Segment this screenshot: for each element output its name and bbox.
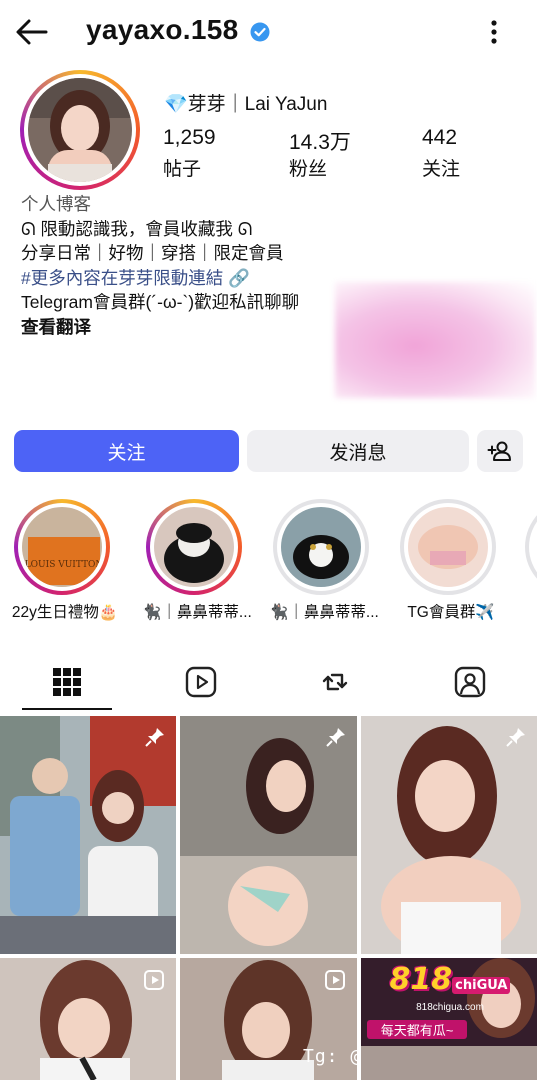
tab-tagged[interactable] xyxy=(403,655,537,709)
ad-site: 818chigua.com xyxy=(416,1002,484,1013)
ad-tagline: 每天都有瓜~ xyxy=(367,1020,467,1039)
pin-icon xyxy=(326,728,345,747)
stat-followers[interactable]: 14.3万 粉丝 xyxy=(289,126,351,181)
display-name: 💎芽芽｜Lai YaJun xyxy=(164,94,328,115)
highlight-label: TG會員群✈️ xyxy=(407,604,495,621)
grid-icon xyxy=(53,668,81,696)
watermark-text: Tg: @ xyxy=(303,1046,363,1067)
story-highlight[interactable]: 🐈‍⬛｜鼻鼻蒂蒂... xyxy=(269,499,379,621)
reel-icon xyxy=(144,970,164,990)
highlight-label: 🐈‍⬛｜鼻鼻蒂蒂... xyxy=(142,604,252,621)
bio-line: 分享日常｜好物｜穿搭｜限定會員 xyxy=(21,243,284,263)
story-highlight[interactable] xyxy=(525,499,537,595)
follow-button[interactable]: 关注 xyxy=(14,430,239,472)
message-button[interactable]: 发消息 xyxy=(247,430,469,472)
bio-line: ᘏ 限動認識我，會員收藏我 ᘏ xyxy=(21,218,253,239)
stat-label: 粉丝 xyxy=(289,159,328,180)
tab-reels[interactable] xyxy=(134,655,268,709)
post-thumbnail[interactable] xyxy=(0,716,176,954)
see-translation-link[interactable]: 查看翻译 xyxy=(21,315,341,340)
highlight-cover xyxy=(408,507,488,587)
tab-reposts[interactable] xyxy=(268,655,402,709)
bio: 个人博客 ᘏ 限動認識我，會員收藏我 ᘏ 分享日常｜好物｜穿搭｜限定會員 #更多… xyxy=(21,192,341,339)
stat-value: 14.3万 xyxy=(289,131,351,154)
ad-logo: 818 chiGUA xyxy=(361,962,537,997)
post-thumbnail[interactable] xyxy=(361,716,537,954)
stat-posts[interactable]: 1,259 帖子 xyxy=(163,126,216,181)
stat-value: 1,259 xyxy=(163,126,216,149)
story-highlight[interactable]: 🐈‍⬛｜鼻鼻蒂蒂... xyxy=(142,499,252,621)
reels-icon xyxy=(185,666,217,698)
bio-hashtag-link[interactable]: #更多內容在芽芽限動連結 🔗 xyxy=(21,266,341,291)
stat-following[interactable]: 442 关注 xyxy=(422,126,460,181)
reel-icon xyxy=(325,970,345,990)
reposts-icon xyxy=(322,673,348,691)
bio-category: 个人博客 xyxy=(21,194,91,214)
avatar xyxy=(28,78,132,182)
top-bar: yayaxo.158 xyxy=(0,0,537,66)
stat-value: 442 xyxy=(422,126,458,149)
tab-posts[interactable] xyxy=(0,655,134,709)
profile-tabs xyxy=(0,655,537,711)
active-tab-indicator xyxy=(22,708,112,710)
pin-icon xyxy=(506,728,525,747)
stat-label: 帖子 xyxy=(163,159,202,180)
stat-label: 关注 xyxy=(422,159,461,180)
post-thumbnail[interactable] xyxy=(180,716,357,954)
story-highlight[interactable]: TG會員群✈️ xyxy=(400,499,496,621)
highlight-cover: LOUIS VUITTON xyxy=(22,507,102,587)
bio-line: Telegram會員群(´-ω-`)歡迎私訊聊聊 xyxy=(21,292,300,312)
highlight-cover xyxy=(154,507,234,587)
suggested-users-button[interactable] xyxy=(477,430,523,472)
username: yayaxo.158 xyxy=(86,14,239,45)
ad-banner[interactable]: 818 chiGUA 818chigua.com 每天都有瓜~ xyxy=(361,958,537,1080)
add-user-icon xyxy=(487,441,511,461)
profile-avatar-ring[interactable] xyxy=(20,70,140,190)
more-vertical-icon[interactable] xyxy=(482,18,506,46)
highlight-cover xyxy=(281,507,361,587)
highlight-label: 🐈‍⬛｜鼻鼻蒂蒂... xyxy=(269,604,379,621)
pin-icon xyxy=(145,728,164,747)
highlight-label: 22y生日禮物🎂 xyxy=(11,604,119,621)
svg-text:LOUIS VUITTON: LOUIS VUITTON xyxy=(25,560,102,570)
blurred-overlay xyxy=(335,282,535,398)
arrow-left-icon[interactable] xyxy=(14,16,50,48)
tagged-icon xyxy=(454,666,486,698)
post-thumbnail[interactable] xyxy=(0,958,176,1080)
story-highlight[interactable]: LOUIS VUITTON 22y生日禮物🎂 xyxy=(12,499,118,621)
verified-badge-icon xyxy=(250,22,270,42)
